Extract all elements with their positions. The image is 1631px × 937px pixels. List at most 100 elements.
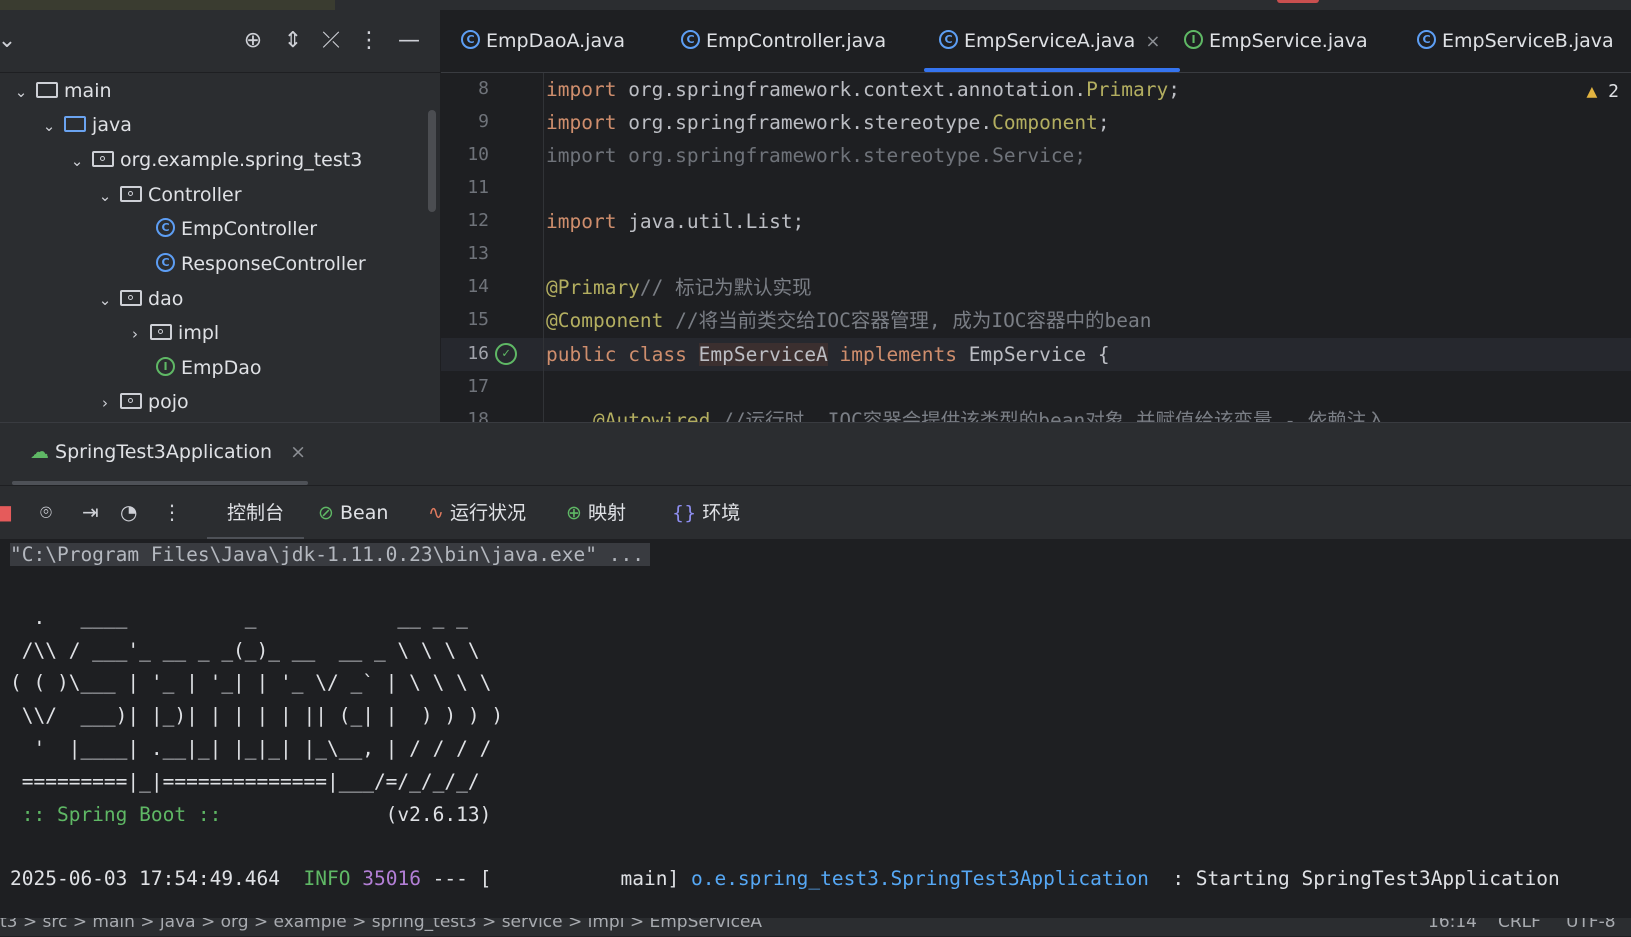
pulse-icon: ∿ <box>428 502 444 524</box>
code-token: implements <box>839 343 957 366</box>
banner-line: =========|_|==============|___/=/_/_/_/ <box>10 770 480 793</box>
interface-icon: I <box>1184 30 1203 49</box>
line-number: 15 <box>467 309 489 330</box>
tab-empcontroller[interactable]: C EmpController.java <box>681 10 886 72</box>
log-message: : Starting SpringTest3Application <box>1148 867 1560 890</box>
stop-icon[interactable]: ■ <box>0 500 13 524</box>
chevron-down-icon[interactable]: ⌄ <box>0 28 20 54</box>
log-timestamp: 2025-06-03 17:54:49.464 <box>10 867 281 890</box>
tree-item-main[interactable]: ⌄ main <box>12 74 112 108</box>
tab-bean[interactable]: ⊘ Bean <box>318 486 388 540</box>
globe-icon: ⊕ <box>566 502 582 524</box>
chevron-down-icon[interactable]: ⌄ <box>12 75 30 109</box>
tab-health[interactable]: ∿ 运行状况 <box>428 486 526 540</box>
bean-gutter-icon[interactable]: ✓ <box>495 343 517 365</box>
tree-item-label: pojo <box>148 391 189 413</box>
tab-environment[interactable]: {} 环境 <box>672 486 740 540</box>
tab-label: EmpService.java <box>1209 30 1368 52</box>
line-number: 8 <box>478 78 489 99</box>
code-token: public <box>546 343 617 366</box>
log-line: 2025-06-03 17:54:49.464 INFO 35016 --- [… <box>10 863 1560 895</box>
line-number: 13 <box>467 243 489 264</box>
chevron-down-icon[interactable]: ⌄ <box>96 283 114 317</box>
console-line: "C:\Program Files\Java\jdk-1.11.0.23\bin… <box>10 539 650 571</box>
package-icon <box>150 323 173 340</box>
tab-empdaoa[interactable]: C EmpDaoA.java <box>461 10 625 72</box>
locate-icon[interactable]: ⊕ <box>240 28 266 54</box>
gauge-icon[interactable]: ◔ <box>120 500 137 524</box>
folder-icon <box>36 81 59 98</box>
tab-console[interactable]: 控制台 <box>206 486 305 540</box>
tree-item-empdao[interactable]: I EmpDao <box>156 351 261 385</box>
code-editor[interactable]: 8 9 10 11 12 13 14 15 16 17 18 ✓ import … <box>441 73 1631 422</box>
run-toolbar: ■ ⌾ ⇥ ◔ ⋮ 控制台 ⊘ Bean ∿ 运行状况 ⊕ 映射 {} 环境 <box>0 485 1631 540</box>
line-number: 16 <box>467 343 489 364</box>
tree-item-impl[interactable]: › impl <box>126 316 219 350</box>
tab-empservicea[interactable]: C EmpServiceA.java × <box>923 10 1181 72</box>
command-line[interactable]: "C:\Program Files\Java\jdk-1.11.0.23\bin… <box>10 543 650 566</box>
run-config-tab[interactable]: ☁ SpringTest3Application × <box>30 423 306 481</box>
tree-item-dao[interactable]: ⌄ dao <box>96 282 184 317</box>
code-token: Primary <box>1086 78 1169 101</box>
spring-boot-run-icon: ☁ <box>30 441 49 463</box>
tab-empserviceb[interactable]: C EmpServiceB.java <box>1417 10 1614 72</box>
chevron-down-icon[interactable]: ⌄ <box>68 144 86 178</box>
banner-line: . ____ _ __ _ _ <box>10 606 468 629</box>
tab-label: EmpController.java <box>706 30 887 52</box>
exit-icon[interactable]: ⇥ <box>82 500 99 524</box>
code-line: import org.springframework.stereotype.Co… <box>546 106 1110 139</box>
close-run-tab-button[interactable]: × <box>290 441 306 463</box>
banner-line: ' |____| .__|_| |_|_| |_\__, | / / / / <box>10 737 492 760</box>
tab-mappings[interactable]: ⊕ 映射 <box>566 486 626 540</box>
chevron-right-icon[interactable]: › <box>126 317 144 351</box>
close-tab-button[interactable]: × <box>1145 31 1160 52</box>
code-token: @Primary <box>546 276 640 299</box>
tree-item-responsecontroller[interactable]: C ResponseController <box>156 247 366 281</box>
code-line: @Component //将当前类交给IOC容器管理, 成为IOC容器中的bea… <box>546 304 1152 337</box>
chevron-down-icon[interactable]: ⌄ <box>96 179 114 213</box>
code-token: class <box>628 343 687 366</box>
caret-position[interactable]: 16:14 <box>1428 918 1477 932</box>
tree-item-label: EmpDao <box>181 357 262 379</box>
tab-label: EmpServiceB.java <box>1442 30 1614 52</box>
status-breadcrumb[interactable]: t3 > src > main > java > org > example >… <box>0 918 762 932</box>
collapse-all-icon[interactable]: ⤫ <box>318 28 344 54</box>
console-output[interactable]: "C:\Program Files\Java\jdk-1.11.0.23\bin… <box>0 539 1631 937</box>
class-icon: C <box>939 30 958 49</box>
code-token: Component <box>992 111 1098 134</box>
code-token: import <box>546 210 617 233</box>
expand-all-icon[interactable]: ⇕ <box>280 28 306 54</box>
more-options-icon[interactable]: ⋮ <box>356 28 382 54</box>
run-panel: ☁ SpringTest3Application × ■ ⌾ ⇥ ◔ ⋮ 控制台… <box>0 422 1631 937</box>
code-token: // 标记为默认实现 <box>639 276 812 299</box>
chevron-down-icon[interactable]: ⌄ <box>40 109 58 143</box>
tree-item-package-root[interactable]: ⌄ org.example.spring_test3 <box>68 143 363 178</box>
window-top-strip <box>0 0 1631 10</box>
tab-empservice[interactable]: I EmpService.java <box>1184 10 1368 72</box>
tab-label: 映射 <box>587 502 626 524</box>
project-scrollbar[interactable] <box>428 110 436 212</box>
braces-icon: {} <box>672 502 697 524</box>
banner-line: ( ( )\___ | '_ | '_| | '_ \/ _` | \ \ \ … <box>10 671 492 694</box>
tree-item-empcontroller[interactable]: C EmpController <box>156 212 317 246</box>
tree-item-label: java <box>92 114 132 136</box>
tree-item-controller[interactable]: ⌄ Controller <box>96 178 242 212</box>
file-encoding[interactable]: UTF-8 <box>1566 918 1616 932</box>
tab-label: 环境 <box>702 502 741 524</box>
package-icon <box>120 289 143 306</box>
bean-icon: ⊘ <box>318 502 334 524</box>
code-token: java.util.List; <box>616 210 805 233</box>
chevron-right-icon[interactable]: › <box>96 386 114 420</box>
warnings-indicator[interactable]: ▲ 2 <box>1586 81 1619 102</box>
run-header: ☁ SpringTest3Application × <box>0 423 1631 485</box>
tree-item-pojo[interactable]: › pojo <box>96 385 189 419</box>
log-logger[interactable]: o.e.spring_test3.SpringTest3Application <box>691 867 1149 890</box>
log-level: INFO <box>303 867 351 890</box>
hide-panel-icon[interactable]: — <box>396 28 422 54</box>
console-line: :: Spring Boot :: (v2.6.13) <box>10 799 492 831</box>
more-options-icon[interactable]: ⋮ <box>162 500 182 524</box>
line-separator[interactable]: CRLF <box>1498 918 1541 932</box>
tree-item-java[interactable]: ⌄ java <box>40 108 132 142</box>
camera-icon[interactable]: ⌾ <box>40 500 52 524</box>
code-token: @Component <box>546 309 664 332</box>
